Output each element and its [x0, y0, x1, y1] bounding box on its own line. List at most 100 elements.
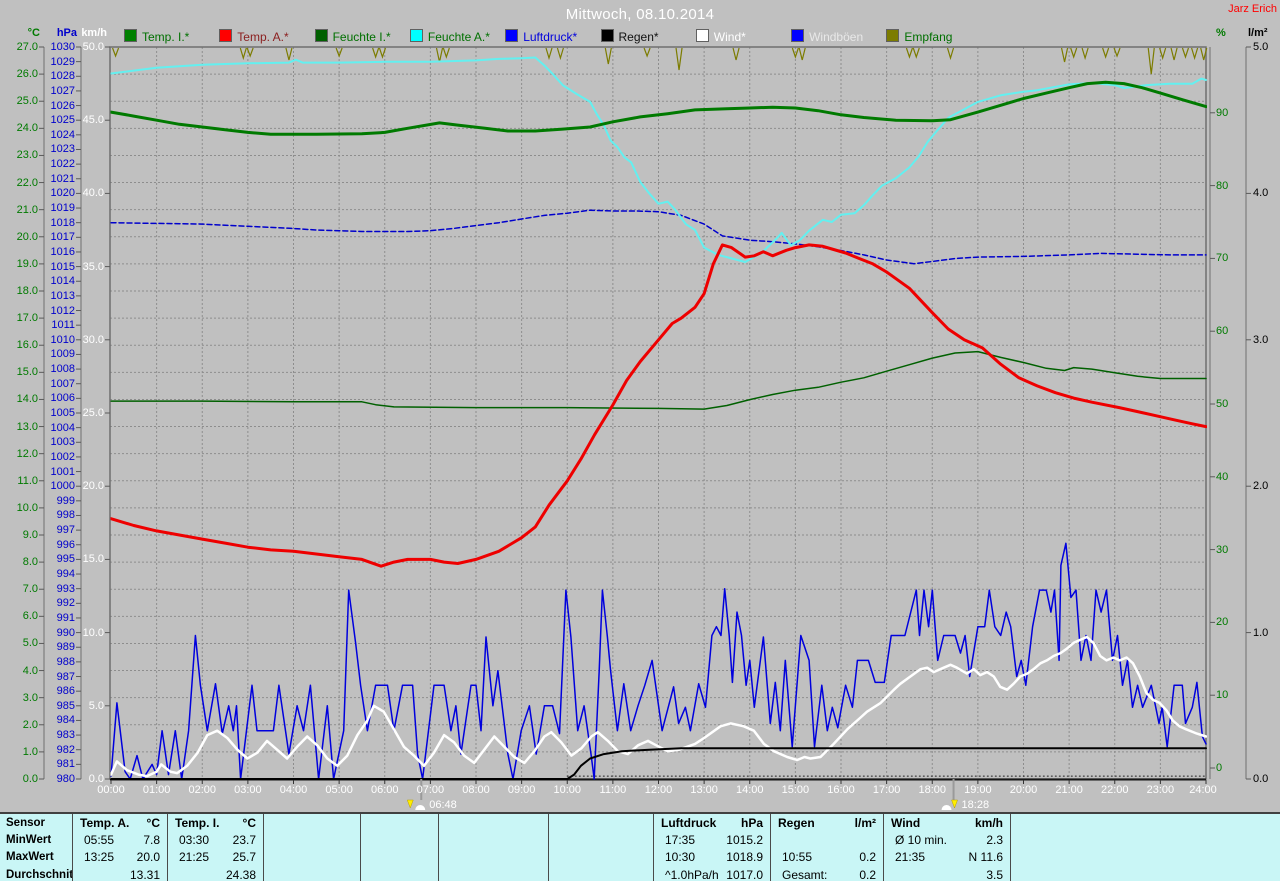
table-cell-time: 10:30 — [665, 850, 696, 865]
empfang-tick-icon — [239, 47, 247, 61]
table-header-row: Regen l/m² — [771, 815, 883, 832]
table-cell-value: 0.2 — [859, 867, 876, 881]
empfang-tick-icon — [604, 47, 612, 65]
table-row: 10:55 0.2 — [771, 849, 883, 866]
y-tick-label-hpa: 1011 — [51, 319, 75, 332]
table-header-row: Luftdruck hPa — [654, 815, 770, 832]
table-header-row — [1011, 815, 1280, 832]
table-row: 10:30 1018.9 — [654, 849, 770, 866]
table-column-empty-2 — [263, 814, 360, 881]
table-cell-time: 03:30 — [179, 833, 210, 848]
table-cell-value: 13.31 — [129, 867, 160, 881]
x-tick-label: 08:00 — [462, 784, 490, 796]
x-tick-label: 10:00 — [553, 784, 582, 796]
table-row — [439, 832, 548, 849]
x-tick-label: 12:00 — [644, 784, 673, 796]
y-tick-label-hpa: 1024 — [50, 128, 75, 141]
empfang-tick-icon — [675, 47, 683, 71]
table-col-unit: km/h — [974, 816, 1003, 830]
y-tick-label-hpa: 1004 — [50, 421, 75, 434]
table-cell-value: 23.7 — [232, 833, 256, 848]
table-row — [1011, 832, 1280, 849]
y-tick-label-hpa: 1022 — [50, 158, 75, 171]
table-col-unit: °C — [146, 816, 160, 830]
empfang-tick-icon — [545, 47, 553, 61]
empfang-tick-icon — [912, 47, 920, 59]
y-tick-label-tempC: 15.0 — [16, 366, 38, 379]
y-tick-label-hpa: 988 — [56, 655, 75, 668]
x-tick-label: 23:00 — [1146, 784, 1175, 796]
y-tick-label-pct: 0 — [1216, 762, 1223, 774]
x-tick-label: 03:00 — [234, 784, 262, 796]
table-row: Gesamt: 0.2 — [771, 867, 883, 881]
y-tick-label-tempC: 17.0 — [16, 312, 38, 325]
table-header-row — [549, 815, 653, 832]
x-tick-label: 11:00 — [599, 784, 627, 796]
table-row-label: Durchschnitt — [0, 867, 72, 881]
y-tick-label-lm2: 4.0 — [1253, 187, 1269, 200]
table-row — [439, 849, 548, 866]
table-column-empty-3 — [360, 814, 438, 881]
empfang-tick-icon — [946, 47, 955, 61]
y-tick-label-kmh: 5.0 — [88, 699, 104, 712]
y-tick-label-pct: 40 — [1216, 470, 1229, 483]
empfang-tick-icon — [1191, 47, 1199, 61]
table-row: 13.31 — [73, 867, 167, 881]
table-cell-time: 05:55 — [84, 833, 115, 848]
table-row: 21:25 25.7 — [168, 849, 263, 866]
y-tick-label-hpa: 1006 — [50, 392, 75, 405]
table-row: 05:55 7.8 — [73, 832, 167, 849]
sunset-icon — [951, 799, 958, 809]
y-tick-label-hpa: 997 — [56, 524, 75, 537]
table-row — [361, 849, 438, 866]
y-tick-label-tempC: 1.0 — [22, 745, 38, 758]
y-tick-label-hpa: 996 — [56, 538, 75, 551]
x-tick-label: 15:00 — [781, 784, 810, 796]
table-header-row: Wind km/h — [884, 815, 1010, 832]
empfang-tick-icon — [112, 47, 120, 58]
y-tick-label-tempC: 22.0 — [16, 176, 38, 189]
y-tick-label-hpa: 1013 — [50, 289, 75, 302]
y-tick-label-hpa: 1018 — [50, 216, 75, 229]
table-row — [361, 832, 438, 849]
empfang-tick-icon — [643, 47, 651, 58]
table-row-label: MaxWert — [0, 849, 72, 866]
y-tick-label-kmh: 50.0 — [82, 41, 104, 53]
empfang-tick-icon — [1147, 47, 1155, 75]
y-tick-label-tempC: 10.0 — [16, 501, 38, 514]
y-tick-label-lm2: 2.0 — [1253, 480, 1269, 493]
table-column-wind: Wind km/h Ø 10 min. 2.3 21:35 N 11.6 3.5 — [883, 814, 1010, 881]
empfang-tick-icon — [905, 47, 914, 59]
y-tick-label-lm2: 0.0 — [1253, 773, 1269, 785]
y-tick-label-tempC: 12.0 — [16, 447, 38, 460]
y-tick-label-tempC: 19.0 — [16, 257, 38, 270]
y-tick-label-tempC: 7.0 — [22, 583, 38, 596]
empfang-tick-icon — [1070, 47, 1078, 59]
weather-chart — [39, 46, 1251, 810]
y-tick-label-tempC: 16.0 — [16, 339, 38, 352]
y-tick-label-tempC: 5.0 — [22, 637, 38, 650]
y-tick-label-tempC: 2.0 — [22, 718, 38, 731]
y-tick-label-hpa: 982 — [56, 743, 75, 756]
table-cell-value: 7.8 — [143, 833, 160, 848]
y-tick-label-tempC: 14.0 — [16, 393, 38, 406]
table-column-temp-i: Temp. I. °C 03:30 23.7 21:25 25.7 24.38 — [167, 814, 263, 881]
table-row-label-text: Sensor — [6, 817, 45, 829]
stats-table: Sensor MinWert MaxWert Durchschnitt Temp. A.… — [0, 812, 1280, 881]
table-header-row: Temp. I. °C — [168, 815, 263, 832]
table-row: 3.5 — [884, 867, 1010, 881]
x-tick-label: 13:00 — [690, 784, 718, 796]
x-tick-label: 19:00 — [964, 784, 992, 796]
y-tick-label-tempC: 8.0 — [22, 556, 38, 569]
y-tick-label-tempC: 25.0 — [16, 95, 38, 108]
y-tick-label-pct: 50 — [1216, 398, 1229, 410]
x-tick-label: 05:00 — [325, 784, 353, 796]
table-cell-value: 3.5 — [986, 867, 1003, 881]
sunset-sun-icon — [941, 805, 952, 810]
table-cell-value: 20.0 — [136, 850, 160, 865]
table-row-labels: Sensor MinWert MaxWert Durchschnitt — [0, 814, 72, 881]
y-tick-label-tempC: 4.0 — [22, 664, 38, 677]
table-row-label: Sensor — [0, 815, 72, 832]
y-tick-label-lm2: 3.0 — [1253, 333, 1269, 346]
x-tick-label: 04:00 — [279, 784, 308, 796]
